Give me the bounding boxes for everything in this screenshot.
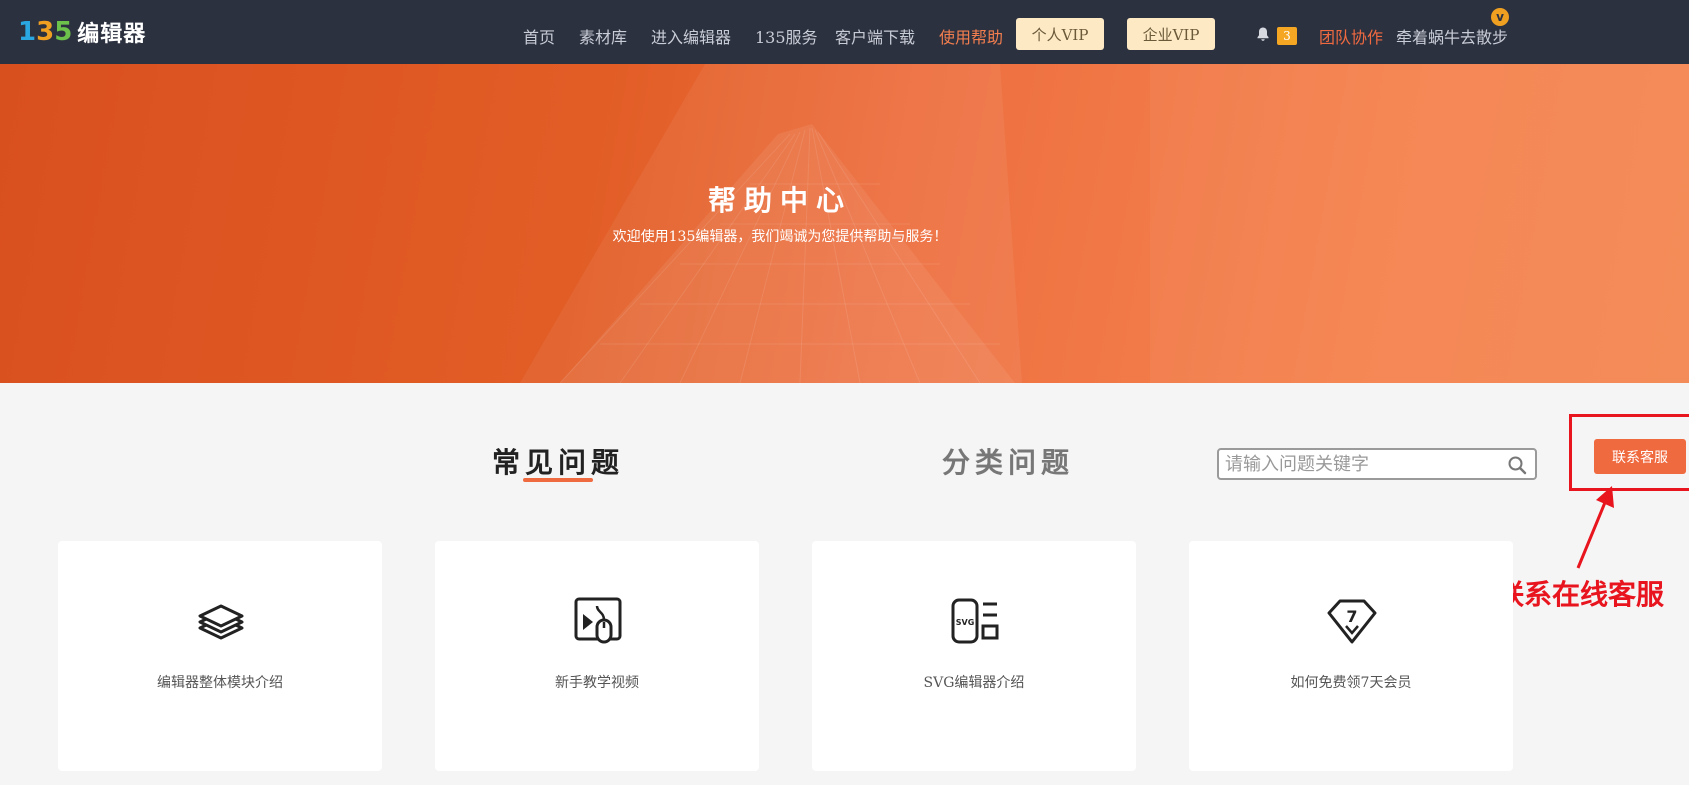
nav-enter-editor[interactable]: 进入编辑器 [651, 24, 731, 48]
annotation-label: 联系在线客服 [1496, 578, 1665, 611]
card-label: 新手教学视频 [555, 675, 639, 691]
svg-editor-icon: SVG [951, 598, 999, 644]
card-svg-editor[interactable]: SVG SVG编辑器介绍 [812, 541, 1136, 771]
banner-title: 帮助中心 [707, 184, 852, 217]
hero-banner: 帮助中心 欢迎使用135编辑器，我们竭诚为您提供帮助与服务！ [0, 64, 1689, 383]
card-label: 如何免费领7天会员 [1290, 675, 1412, 691]
notification-count-badge[interactable]: 3 [1277, 27, 1297, 45]
card-beginner-videos[interactable]: 新手教学视频 [435, 541, 759, 771]
enterprise-vip-button[interactable]: 企业VIP [1127, 18, 1215, 50]
banner-subtitle: 欢迎使用135编辑器，我们竭诚为您提供帮助与服务！ [612, 229, 948, 245]
diamond-7-icon: 7 [1327, 599, 1377, 644]
bell-icon[interactable] [1255, 26, 1271, 42]
annotation-arrow-icon [1576, 486, 1614, 569]
nav-help[interactable]: 使用帮助 [939, 24, 1003, 48]
team-collaboration-link[interactable]: 团队协作 [1319, 24, 1383, 48]
svg-text:SVG: SVG [956, 618, 975, 627]
tab-category-questions[interactable]: 分类问题 [942, 441, 1074, 481]
card-editor-modules[interactable]: 编辑器整体模块介绍 [58, 541, 382, 771]
logo[interactable]: 135 编辑器 [18, 17, 147, 47]
personal-vip-button[interactable]: 个人VIP [1016, 18, 1104, 50]
search-box [1217, 448, 1537, 480]
tab-common-questions[interactable]: 常见问题 [492, 441, 624, 481]
top-navigation-bar: 135 编辑器 首页 素材库 进入编辑器 135服务 客户端下载 使用帮助 个人… [0, 0, 1689, 64]
annotation-highlight-box [1569, 414, 1689, 491]
username-link[interactable]: 牵着蜗牛去散步 [1396, 24, 1508, 48]
logo-text: 编辑器 [77, 22, 147, 47]
building-background-image [520, 64, 1689, 383]
card-label: SVG编辑器介绍 [923, 675, 1025, 691]
card-free-membership[interactable]: 7 如何免费领7天会员 [1189, 541, 1513, 771]
search-input[interactable] [1225, 452, 1495, 476]
vip-badge-icon: v [1491, 8, 1509, 26]
svg-text:7: 7 [1346, 607, 1357, 626]
active-tab-indicator [523, 478, 593, 482]
logo-mark: 135 [18, 17, 72, 47]
layers-icon [198, 604, 244, 640]
card-label: 编辑器整体模块介绍 [157, 675, 283, 691]
nav-client-download[interactable]: 客户端下载 [835, 24, 915, 48]
nav-135-services[interactable]: 135服务 [755, 24, 818, 48]
nav-home[interactable]: 首页 [523, 24, 555, 48]
nav-materials[interactable]: 素材库 [579, 24, 627, 48]
video-tutorial-icon [574, 597, 622, 644]
search-icon[interactable] [1507, 455, 1527, 475]
